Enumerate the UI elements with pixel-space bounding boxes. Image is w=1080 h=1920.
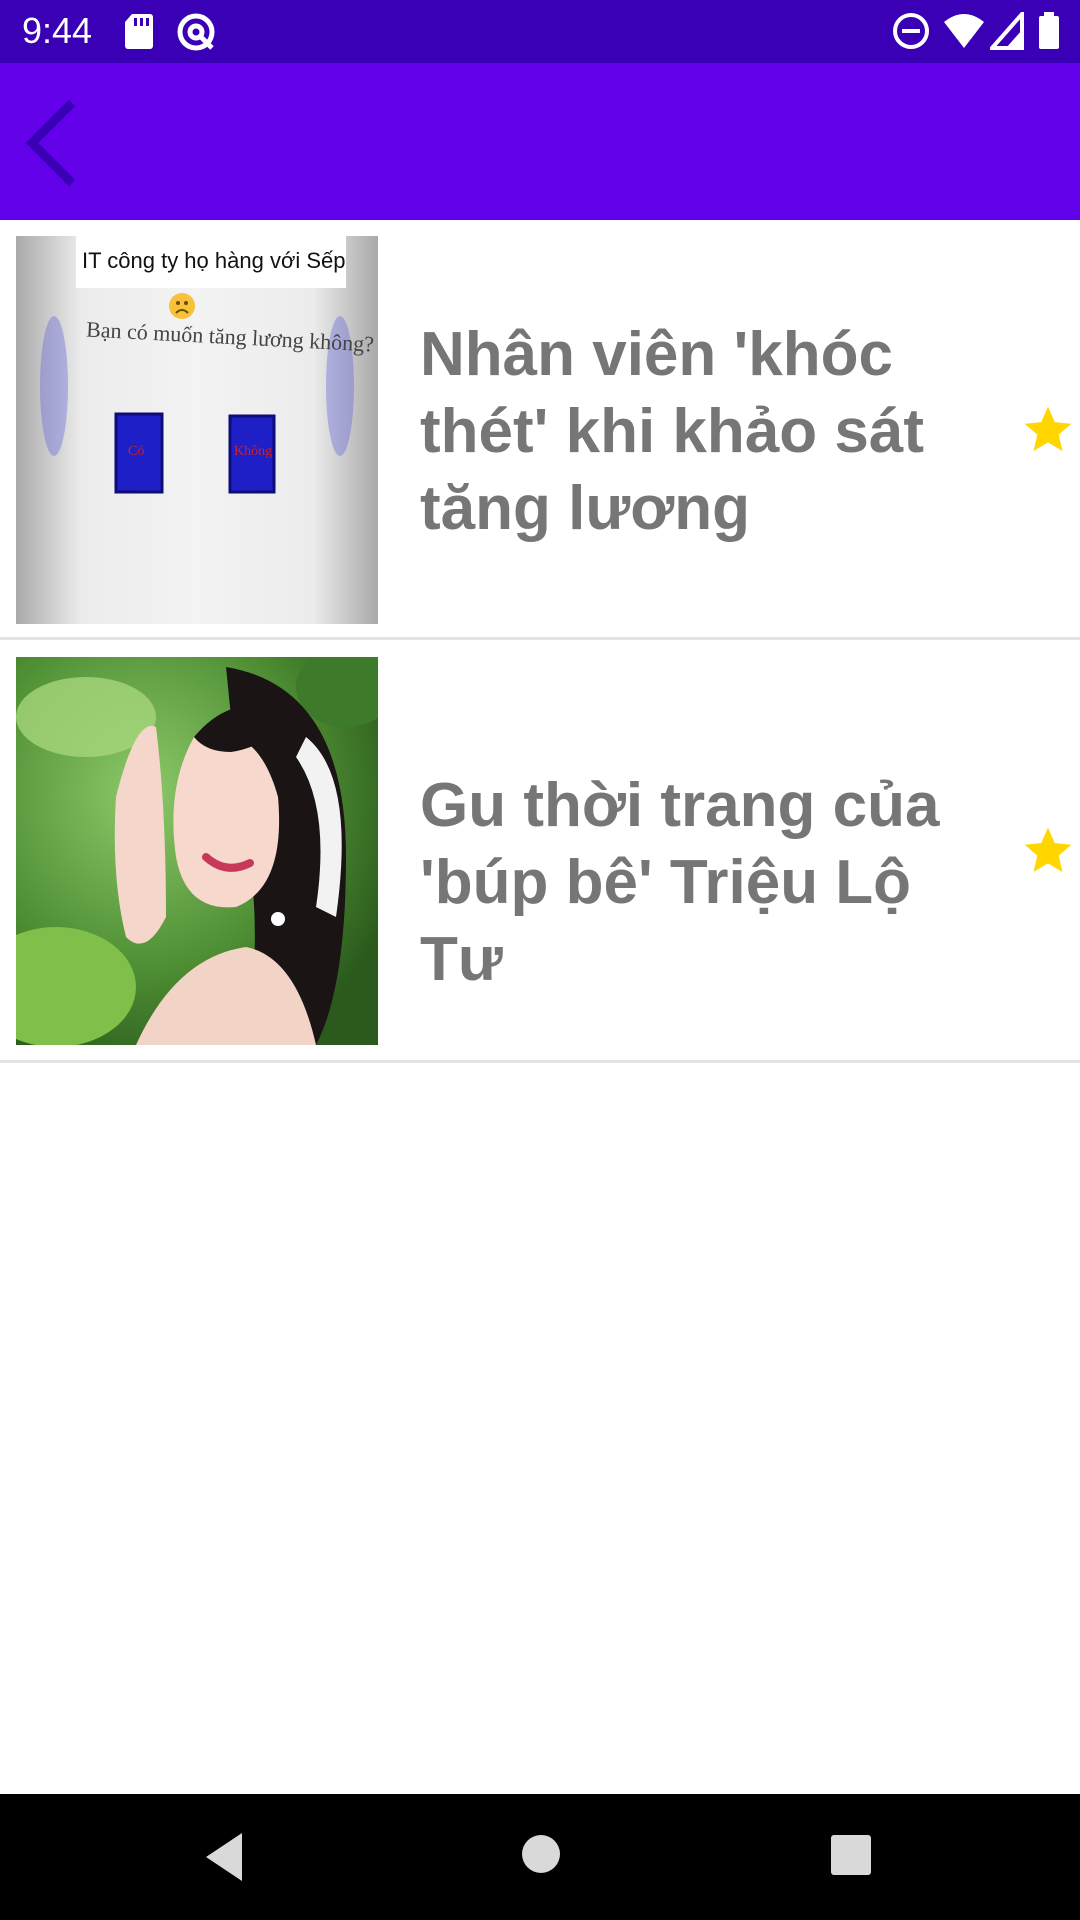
article-list: IT công ty họ hàng với Sếp Bạn có muốn t…	[0, 220, 1080, 1063]
nav-home-button[interactable]	[520, 1833, 562, 1875]
nav-recents-button[interactable]	[830, 1834, 872, 1876]
star-icon[interactable]	[1020, 823, 1076, 879]
do-not-disturb-icon	[892, 12, 930, 55]
battery-icon	[1038, 12, 1060, 55]
signal-icon	[987, 8, 1024, 55]
navigation-bar	[0, 1794, 1080, 1920]
article-thumbnail: IT công ty họ hàng với Sếp Bạn có muốn t…	[16, 236, 378, 624]
list-item[interactable]: Gu thời trang của 'búp bê' Triệu Lộ Tư	[0, 640, 1080, 1063]
status-time: 9:44	[22, 10, 93, 51]
wifi-icon	[942, 12, 986, 55]
vpn-key-icon	[176, 12, 216, 57]
article-thumbnail	[16, 657, 378, 1045]
thumbnail-caption: IT công ty họ hàng với Sếp	[82, 248, 346, 273]
thumbnail-option-no: Không	[234, 444, 273, 459]
home-circle-icon	[522, 1835, 560, 1873]
chevron-left-icon	[25, 99, 76, 187]
back-triangle-icon	[206, 1833, 242, 1881]
back-button[interactable]	[14, 93, 94, 193]
nav-back-button[interactable]	[200, 1829, 250, 1885]
article-title[interactable]: Gu thời trang của 'búp bê' Triệu Lộ Tư	[420, 767, 1010, 998]
status-bar: 9:44	[0, 0, 1080, 63]
thumbnail-option-yes: Có	[128, 444, 145, 459]
list-item[interactable]: IT công ty họ hàng với Sếp Bạn có muốn t…	[0, 220, 1080, 640]
article-title[interactable]: Nhân viên 'khóc thét' khi khảo sát tăng …	[420, 316, 1010, 547]
recents-square-icon	[831, 1835, 871, 1875]
star-icon[interactable]	[1020, 402, 1076, 458]
app-bar	[0, 63, 1080, 220]
sd-card-icon	[124, 12, 154, 55]
